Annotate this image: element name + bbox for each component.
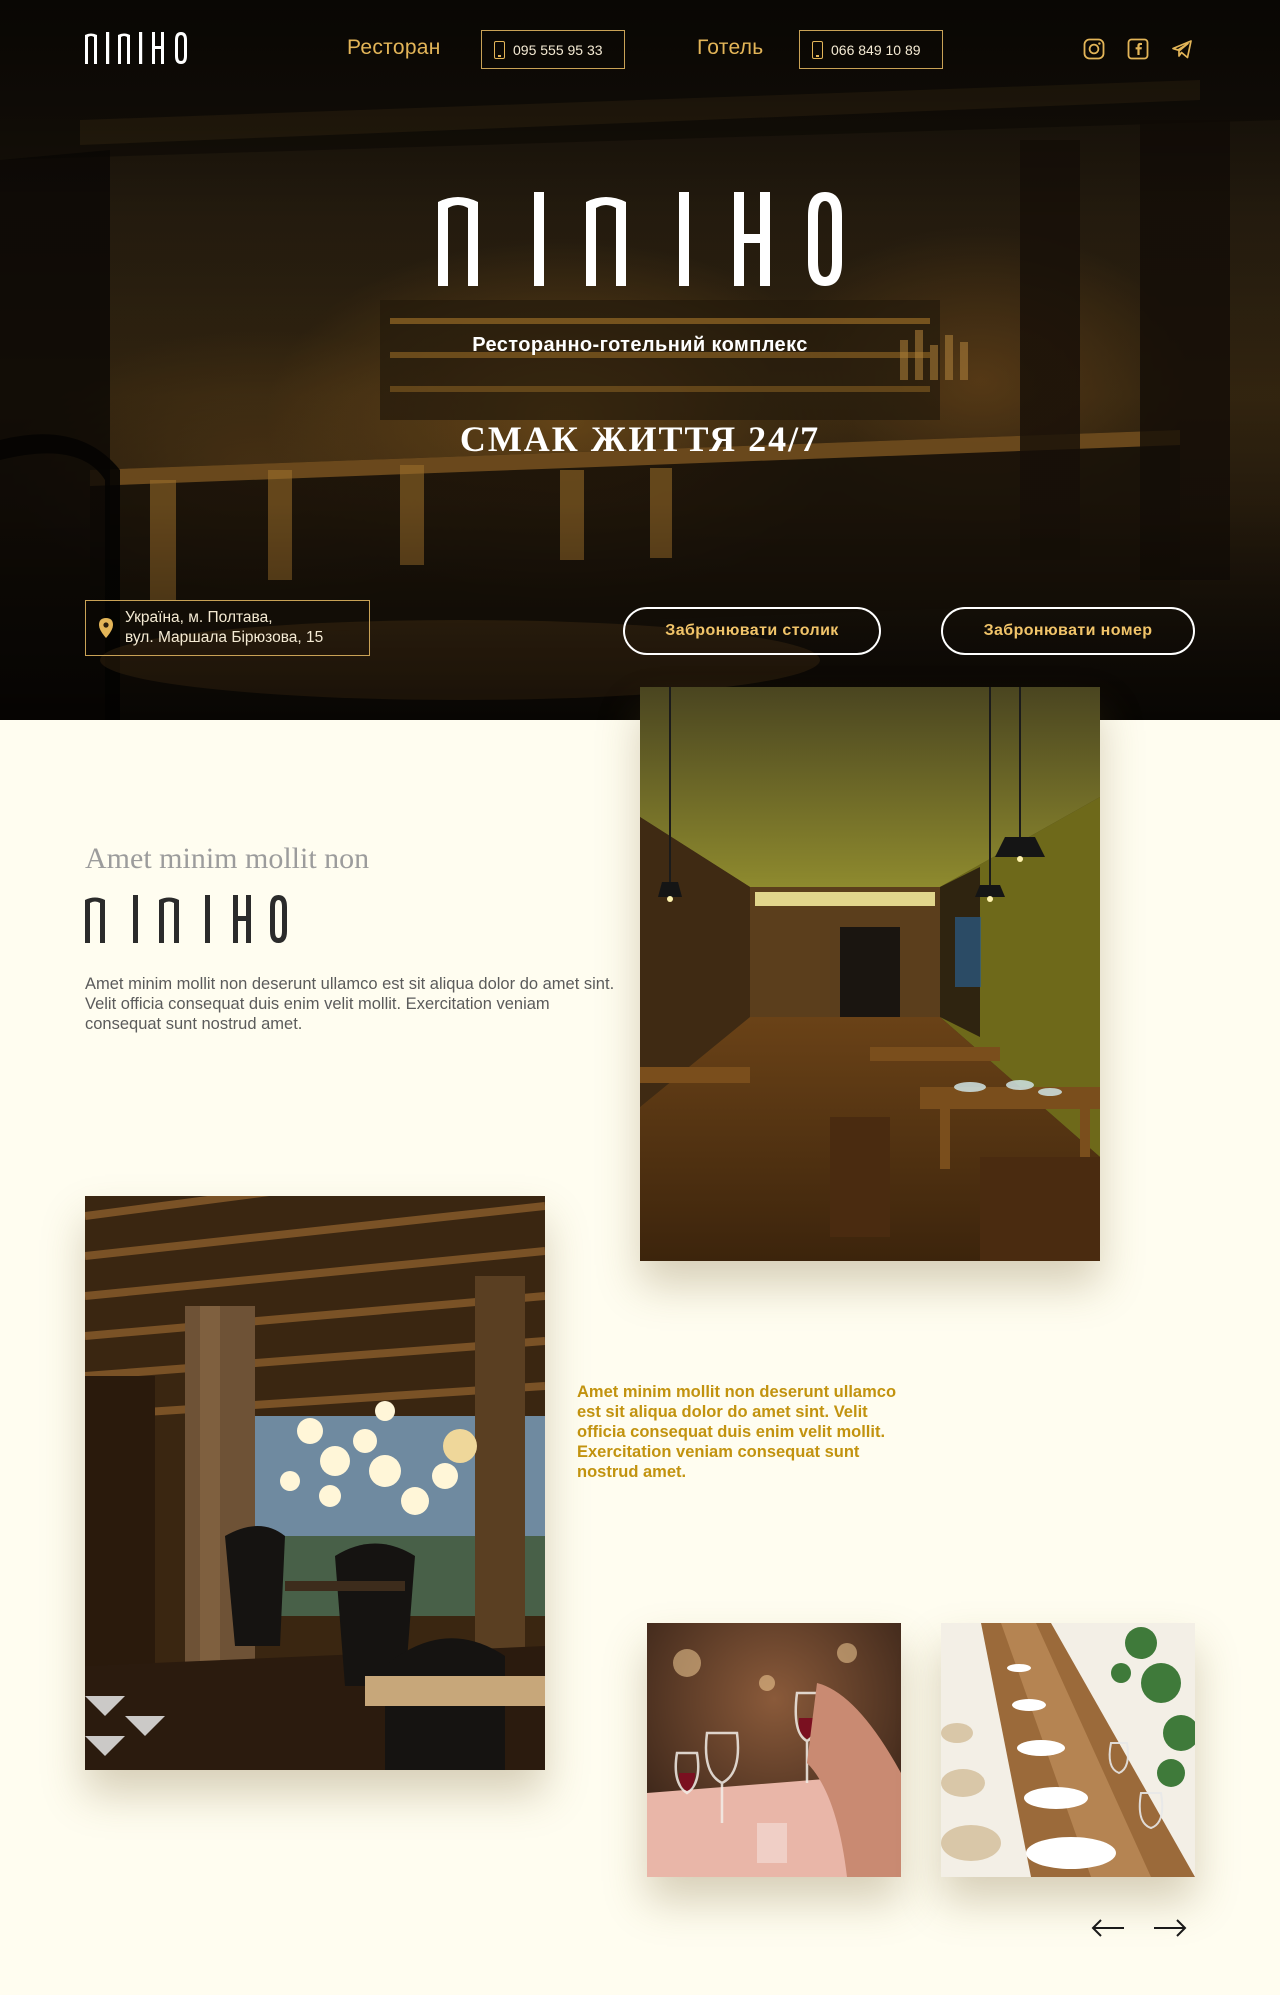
instagram-icon[interactable] xyxy=(1083,38,1105,60)
telegram-icon[interactable] xyxy=(1171,38,1193,60)
nav-restaurant-link[interactable]: Ресторан xyxy=(347,36,441,60)
restaurant-phone-box[interactable]: 095 555 95 33 xyxy=(481,30,625,69)
restaurant-phone-number: 095 555 95 33 xyxy=(513,41,603,58)
hotel-phone-box[interactable]: 066 849 10 89 xyxy=(799,30,943,69)
phone-icon xyxy=(812,40,823,59)
hero-logo xyxy=(438,192,842,286)
book-table-button[interactable]: Забронювати столик xyxy=(623,607,881,655)
arrow-left-icon[interactable] xyxy=(1090,1915,1126,1941)
hero-section: Ресторан 095 555 95 33 Готель 066 849 10… xyxy=(0,0,1280,720)
address-box[interactable]: Україна, м. Полтава, вул. Маршала Бірюзо… xyxy=(85,600,370,656)
phone-icon xyxy=(494,40,505,59)
banquet-table-photo xyxy=(941,1623,1195,1877)
wine-glasses-photo xyxy=(647,1623,901,1877)
address-line-street: вул. Маршала Бірюзова, 15 xyxy=(125,629,324,646)
hotel-phone-number: 066 849 10 89 xyxy=(831,41,921,58)
address-line-city: Україна, м. Полтава, xyxy=(125,609,273,626)
header-logo[interactable] xyxy=(85,32,213,64)
hero-subtitle: Ресторанно-готельний комплекс xyxy=(472,334,808,356)
restaurant-interior-photo xyxy=(640,687,1100,1261)
about-highlight-text: Amet minim mollit non deserunt ullamco e… xyxy=(577,1383,897,1481)
facebook-icon[interactable] xyxy=(1127,38,1149,60)
arrow-right-icon[interactable] xyxy=(1152,1915,1188,1941)
about-description: Amet minim mollit non deserunt ullamco e… xyxy=(85,975,615,1033)
address-text: Україна, м. Полтава, вул. Маршала Бірюзо… xyxy=(125,608,323,648)
location-pin-icon xyxy=(99,618,113,638)
about-logo xyxy=(85,895,287,943)
about-kicker: Amet minim mollit non xyxy=(85,842,370,875)
hero-title: СМАК ЖИТТЯ 24/7 xyxy=(459,419,821,459)
lounge-interior-photo xyxy=(85,1196,545,1770)
book-room-button[interactable]: Забронювати номер xyxy=(941,607,1195,655)
nav-hotel-link[interactable]: Готель xyxy=(697,36,764,60)
